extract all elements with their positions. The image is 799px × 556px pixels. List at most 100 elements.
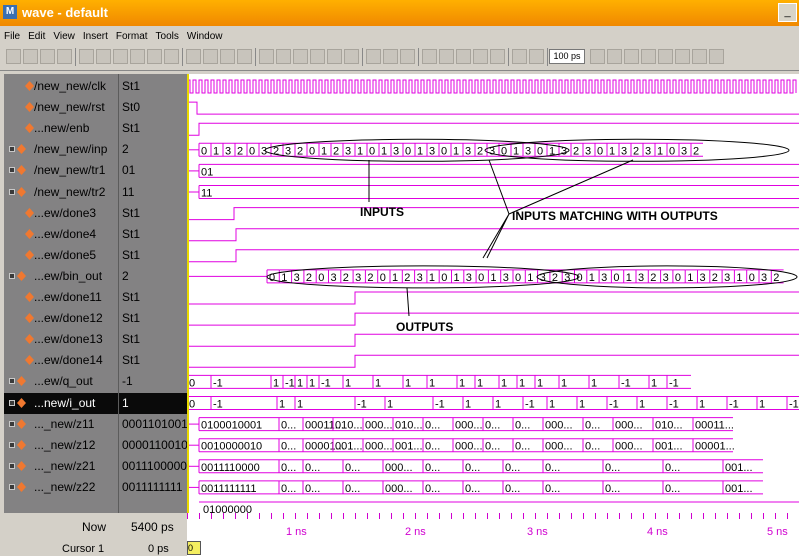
expand-icon[interactable] [9, 272, 15, 279]
signal-row[interactable]: ...ew/q_out [4, 371, 118, 392]
cursor-tag[interactable]: 0 ps [187, 541, 201, 555]
copy-icon[interactable] [96, 49, 111, 64]
zoom-in-icon[interactable] [422, 49, 437, 64]
insert-divider-icon[interactable] [344, 49, 359, 64]
signal-row[interactable]: ...new/i_out [4, 392, 118, 414]
menu-window[interactable]: Window [183, 28, 227, 42]
memory-icon[interactable] [276, 49, 291, 64]
z22-value: 0... [465, 483, 480, 495]
wave-window[interactable]: 0132032320123101301301323013013230132310… [187, 74, 799, 513]
compare-icon[interactable] [490, 49, 505, 64]
paste-icon[interactable] [113, 49, 128, 64]
signal-row[interactable]: /new_new/clk [4, 76, 118, 97]
edit-mode-icon[interactable] [400, 49, 415, 64]
signal-row[interactable]: /new_new/rst [4, 97, 118, 118]
list-icon[interactable] [237, 49, 252, 64]
bookmark-icon[interactable] [692, 49, 707, 64]
undo-icon[interactable] [130, 49, 145, 64]
step-out-icon[interactable] [675, 49, 690, 64]
save-icon[interactable] [40, 49, 55, 64]
restart-icon[interactable] [641, 49, 656, 64]
inp-value: 0 [309, 145, 315, 157]
continue-icon[interactable] [607, 49, 622, 64]
bookmark-add-icon[interactable] [709, 49, 724, 64]
add-wave-icon[interactable] [259, 49, 274, 64]
signal-row[interactable]: ...new/enb [4, 118, 118, 139]
print-icon[interactable] [57, 49, 72, 64]
signal-row[interactable]: ...ew/done13 [4, 329, 118, 350]
dataflow-icon[interactable] [220, 49, 235, 64]
zoom-mode-icon[interactable] [383, 49, 398, 64]
signal-row[interactable]: ...ew/done4 [4, 224, 118, 245]
expand-icon[interactable] [9, 167, 15, 174]
menu-file[interactable]: File [0, 28, 24, 42]
expand-icon[interactable] [9, 420, 15, 427]
signal-row[interactable]: ..._new/z22 [4, 477, 118, 498]
cursor-add-icon[interactable] [310, 49, 325, 64]
hierarchy-icon[interactable] [203, 49, 218, 64]
signal-row[interactable]: /new_new/inp [4, 139, 118, 160]
zoom-full-icon[interactable] [456, 49, 471, 64]
new-icon[interactable] [6, 49, 21, 64]
find-icon[interactable] [164, 49, 179, 64]
bin-out-value: 1 [392, 272, 398, 284]
menu-edit[interactable]: Edit [24, 28, 49, 42]
run-length-field[interactable]: 100 ps [549, 49, 585, 64]
expand-icon[interactable] [9, 146, 15, 153]
menu-tools[interactable]: Tools [152, 28, 183, 42]
redo-icon[interactable] [147, 49, 162, 64]
minimize-button[interactable]: _ [778, 3, 797, 22]
signal-row[interactable]: ...ew/done11 [4, 287, 118, 308]
cut-icon[interactable] [79, 49, 94, 64]
expand-icon[interactable] [9, 441, 15, 448]
signal-row[interactable]: ..._new/z12 [4, 435, 118, 456]
signal-row[interactable]: ...ew/done12 [4, 308, 118, 329]
waveform-canvas[interactable]: 0132032320123101301301323013013230132310… [187, 74, 799, 513]
bin-out-value: 0 [675, 272, 681, 284]
break-icon[interactable] [624, 49, 639, 64]
bin-out-value: 2 [367, 272, 373, 284]
signal-row[interactable]: ...ew/bin_out [4, 266, 118, 287]
z11-value: 0100010001 [201, 420, 262, 432]
menu-format[interactable]: Format [112, 28, 152, 42]
step-icon[interactable] [512, 49, 527, 64]
select-mode-icon[interactable] [366, 49, 381, 64]
signal-diamond-icon [17, 186, 26, 197]
inp-value: 1 [453, 145, 459, 157]
z21-value: 0011110000 [201, 462, 260, 474]
source-icon[interactable] [293, 49, 308, 64]
signal-row[interactable]: ..._new/z11 [4, 414, 118, 435]
signal-row[interactable]: /new_new/tr2 [4, 182, 118, 203]
expand-icon[interactable] [9, 378, 15, 385]
cursor-label[interactable]: Cursor 1 [62, 543, 104, 555]
inp-value: 3 [225, 145, 231, 157]
expand-icon[interactable] [9, 462, 15, 469]
q-out-value: -1 [621, 377, 631, 389]
signal-row[interactable]: ...ew/done5 [4, 245, 118, 266]
signal-row[interactable]: ..._new/z21 [4, 456, 118, 477]
zoom-out-icon[interactable] [439, 49, 454, 64]
sort-icon[interactable] [186, 49, 201, 64]
expand-icon[interactable] [9, 399, 15, 406]
signal-row[interactable]: ...ew/done14 [4, 350, 118, 371]
bin-out-value: 0 [478, 272, 484, 284]
time-ruler[interactable]: 1 ns 2 ns 3 ns 4 ns 5 ns 0 ps [187, 513, 799, 556]
menu-view[interactable]: View [49, 28, 79, 42]
arrow-matching-outputs [482, 213, 510, 259]
signal-name: ...ew/done5 [34, 247, 97, 262]
find-edge-icon[interactable] [473, 49, 488, 64]
cursor-delete-icon[interactable] [327, 49, 342, 64]
run-length-icon[interactable] [590, 49, 605, 64]
bin-out-value: 0 [380, 272, 386, 284]
toolbar-separator [418, 48, 419, 66]
run-icon[interactable] [529, 49, 544, 64]
inp-value: 3 [525, 145, 531, 157]
signal-row[interactable]: /new_new/tr1 [4, 160, 118, 181]
expand-icon[interactable] [9, 483, 15, 490]
expand-icon[interactable] [9, 188, 15, 195]
signal-name: /new_new/clk [34, 79, 107, 93]
menu-insert[interactable]: Insert [79, 28, 112, 42]
signal-row[interactable]: ...ew/done3 [4, 203, 118, 224]
open-icon[interactable] [23, 49, 38, 64]
step-over-icon[interactable] [658, 49, 673, 64]
